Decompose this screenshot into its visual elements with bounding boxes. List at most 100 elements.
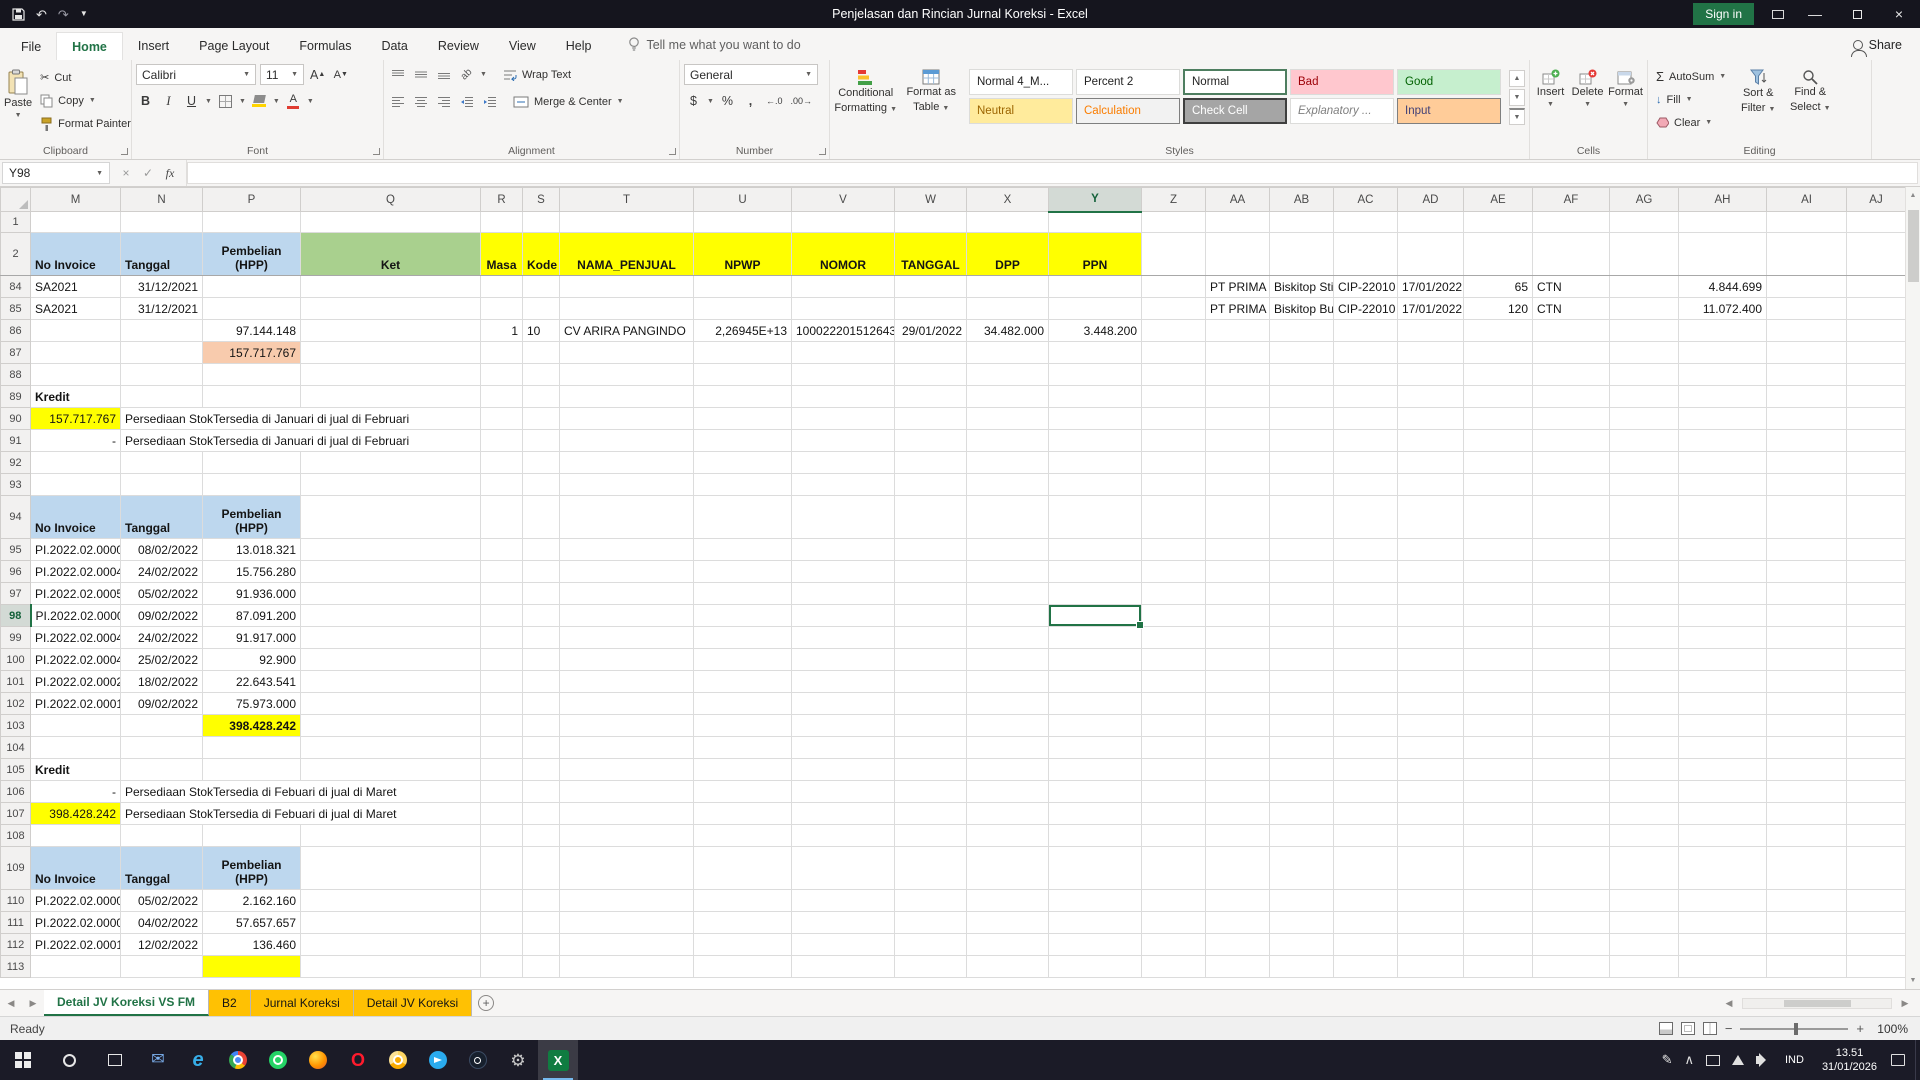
- cell-Y89[interactable]: [1049, 386, 1142, 408]
- cell-AI84[interactable]: [1767, 276, 1847, 298]
- cell-W91[interactable]: [895, 430, 967, 452]
- cell-AE100[interactable]: [1464, 649, 1533, 671]
- cell-V101[interactable]: [792, 671, 895, 693]
- cell-Z108[interactable]: [1142, 825, 1206, 847]
- cell-S100[interactable]: [523, 649, 560, 671]
- cell-V89[interactable]: [792, 386, 895, 408]
- cell-V106[interactable]: [792, 781, 895, 803]
- cell-P103[interactable]: 398.428.242: [203, 715, 301, 737]
- cell-AJ106[interactable]: [1847, 781, 1906, 803]
- cell-AJ110[interactable]: [1847, 890, 1906, 912]
- cell-T87[interactable]: [560, 342, 694, 364]
- cell-Z106[interactable]: [1142, 781, 1206, 803]
- search-button[interactable]: [46, 1040, 92, 1080]
- cell-M112[interactable]: PI.2022.02.00010: [31, 934, 121, 956]
- cell-AF93[interactable]: [1533, 474, 1610, 496]
- cell-Z87[interactable]: [1142, 342, 1206, 364]
- zoom-in-button[interactable]: +: [1856, 1021, 1864, 1036]
- insert-function-icon[interactable]: fx: [160, 166, 180, 181]
- cell-X106[interactable]: [967, 781, 1049, 803]
- cell-AH113[interactable]: [1679, 956, 1767, 978]
- cell-Y94[interactable]: [1049, 496, 1142, 539]
- cell-M85[interactable]: SA2021: [31, 298, 121, 320]
- taskbar-app-chrome-canary[interactable]: [378, 1040, 418, 1080]
- cell-N101[interactable]: 18/02/2022: [121, 671, 203, 693]
- cell-AI96[interactable]: [1767, 561, 1847, 583]
- cell-X98[interactable]: [967, 605, 1049, 627]
- cell-AE105[interactable]: [1464, 759, 1533, 781]
- cell-AH106[interactable]: [1679, 781, 1767, 803]
- restore-button[interactable]: [1836, 0, 1878, 28]
- cell-AC113[interactable]: [1334, 956, 1398, 978]
- cell-AE88[interactable]: [1464, 364, 1533, 386]
- cell-U100[interactable]: [694, 649, 792, 671]
- cell-T106[interactable]: [560, 781, 694, 803]
- cell-AC109[interactable]: [1334, 847, 1398, 890]
- cell-AI85[interactable]: [1767, 298, 1847, 320]
- cell-M84[interactable]: SA2021: [31, 276, 121, 298]
- cell-T111[interactable]: [560, 912, 694, 934]
- cell-style-check-cell[interactable]: Check Cell: [1183, 98, 1287, 124]
- cell-S89[interactable]: [523, 386, 560, 408]
- cell-M87[interactable]: [31, 342, 121, 364]
- hscroll-right-icon[interactable]: ▶: [1894, 998, 1916, 1009]
- cell-AA102[interactable]: [1206, 693, 1270, 715]
- find-select-button[interactable]: Find & Select ▼: [1786, 64, 1834, 143]
- cell-Q85[interactable]: [301, 298, 481, 320]
- cell-U108[interactable]: [694, 825, 792, 847]
- select-all-corner[interactable]: [1, 188, 31, 212]
- cell-U96[interactable]: [694, 561, 792, 583]
- cell-R110[interactable]: [481, 890, 523, 912]
- cell-U2[interactable]: NPWP: [694, 233, 792, 276]
- cell-AJ89[interactable]: [1847, 386, 1906, 408]
- cell-M100[interactable]: PI.2022.02.00046: [31, 649, 121, 671]
- cell-U95[interactable]: [694, 539, 792, 561]
- cell-M98[interactable]: PI.2022.02.00008: [31, 605, 121, 627]
- cell-AA111[interactable]: [1206, 912, 1270, 934]
- cell-S93[interactable]: [523, 474, 560, 496]
- cell-AB96[interactable]: [1270, 561, 1334, 583]
- row-header-106[interactable]: 106: [1, 781, 31, 803]
- cell-T110[interactable]: [560, 890, 694, 912]
- cell-AD112[interactable]: [1398, 934, 1464, 956]
- cell-AG105[interactable]: [1610, 759, 1679, 781]
- vertical-scrollbar[interactable]: ▲ ▼: [1905, 187, 1920, 989]
- scroll-down-icon[interactable]: ▼: [1910, 972, 1917, 989]
- notifications-icon[interactable]: [1891, 1054, 1905, 1066]
- cell-R94[interactable]: [481, 496, 523, 539]
- cell-AF100[interactable]: [1533, 649, 1610, 671]
- cell-AI2[interactable]: [1767, 233, 1847, 276]
- cell-M97[interactable]: PI.2022.02.00057: [31, 583, 121, 605]
- cell-AA97[interactable]: [1206, 583, 1270, 605]
- cell-U102[interactable]: [694, 693, 792, 715]
- cell-AG96[interactable]: [1610, 561, 1679, 583]
- cell-Z86[interactable]: [1142, 320, 1206, 342]
- ribbon-tab-view[interactable]: View: [494, 32, 551, 60]
- cell-AI100[interactable]: [1767, 649, 1847, 671]
- cell-S113[interactable]: [523, 956, 560, 978]
- tray-expand-icon[interactable]: ∧: [1684, 1052, 1694, 1068]
- cell-AB98[interactable]: [1270, 605, 1334, 627]
- cell-AE94[interactable]: [1464, 496, 1533, 539]
- cell-Y96[interactable]: [1049, 561, 1142, 583]
- cell-AJ99[interactable]: [1847, 627, 1906, 649]
- cell-AG107[interactable]: [1610, 803, 1679, 825]
- borders-button[interactable]: [216, 91, 235, 111]
- cell-AG85[interactable]: [1610, 298, 1679, 320]
- row-header-1[interactable]: 1: [1, 212, 31, 233]
- cell-AA113[interactable]: [1206, 956, 1270, 978]
- cell-AF107[interactable]: [1533, 803, 1610, 825]
- percent-style-button[interactable]: %: [718, 91, 737, 111]
- cell-V111[interactable]: [792, 912, 895, 934]
- cell-AF97[interactable]: [1533, 583, 1610, 605]
- cell-N89[interactable]: [121, 386, 203, 408]
- cell-AJ86[interactable]: [1847, 320, 1906, 342]
- cell-R89[interactable]: [481, 386, 523, 408]
- cell-AA109[interactable]: [1206, 847, 1270, 890]
- cell-N99[interactable]: 24/02/2022: [121, 627, 203, 649]
- cell-AJ88[interactable]: [1847, 364, 1906, 386]
- cell-AG84[interactable]: [1610, 276, 1679, 298]
- cell-P86[interactable]: 97.144.148: [203, 320, 301, 342]
- cell-AJ97[interactable]: [1847, 583, 1906, 605]
- cell-Z89[interactable]: [1142, 386, 1206, 408]
